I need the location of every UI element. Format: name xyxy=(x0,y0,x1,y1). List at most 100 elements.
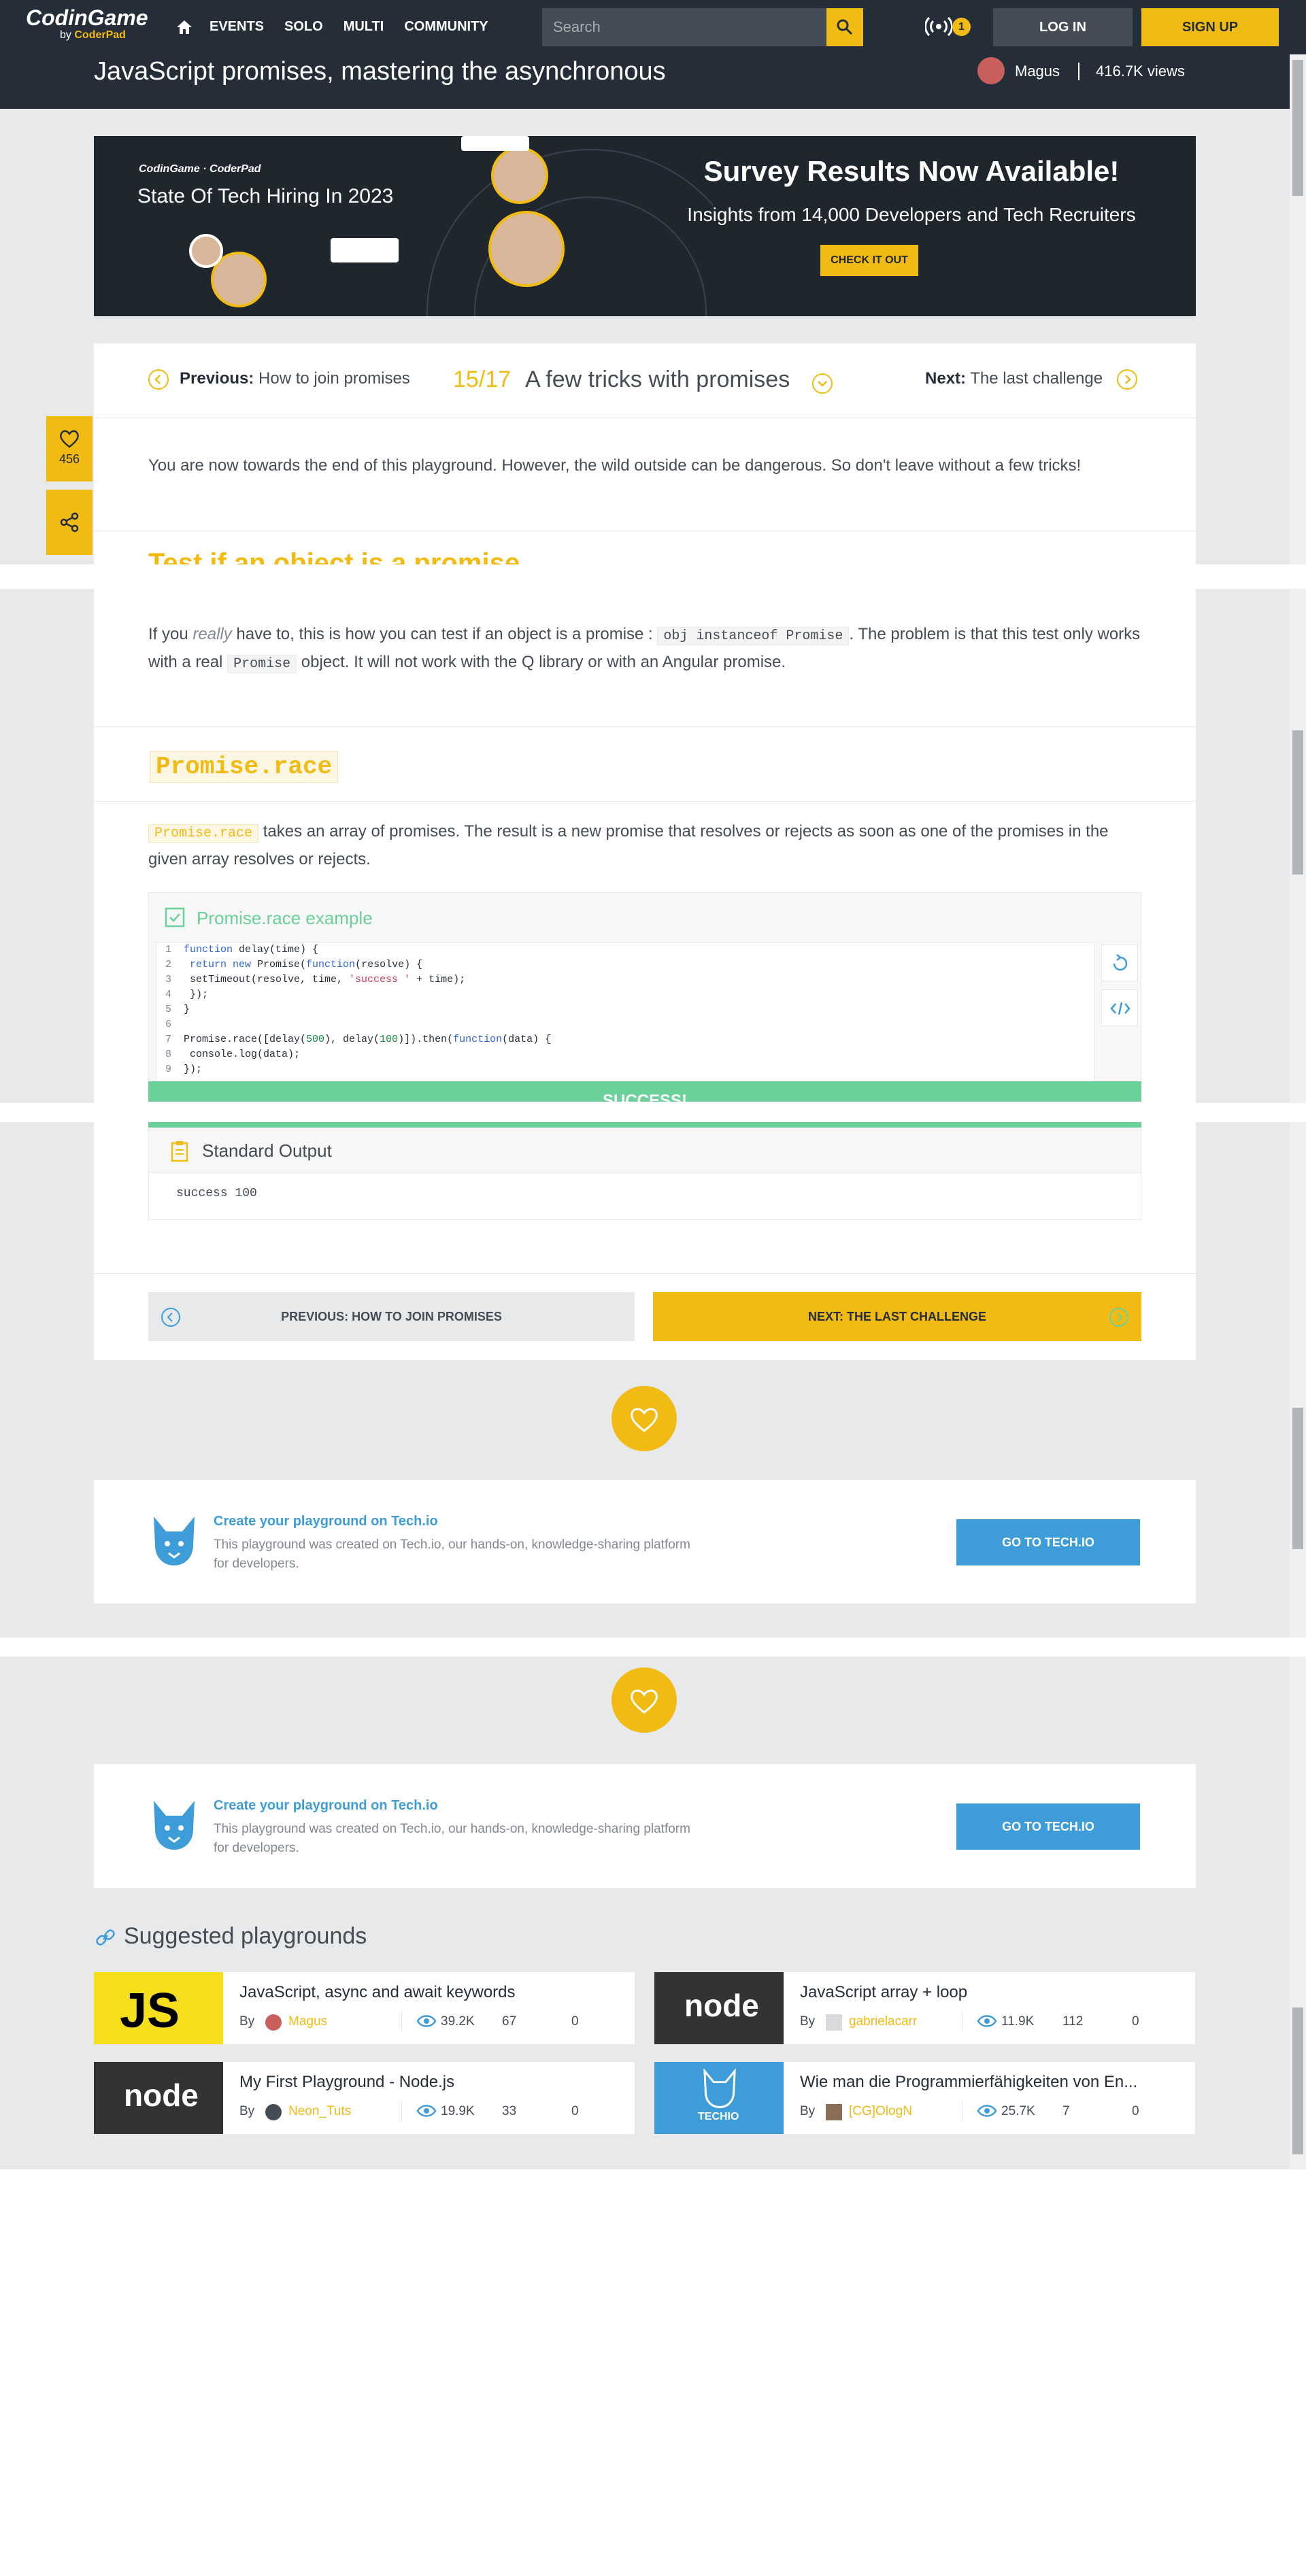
page-title: JavaScript promises, mastering the async… xyxy=(94,57,666,86)
scroll-seam xyxy=(0,1638,1306,1657)
nav-events[interactable]: EVENTS xyxy=(210,19,264,35)
scrollbar[interactable] xyxy=(1290,1122,1306,1638)
previous-page-label: PREVIOUS: HOW TO JOIN PROMISES xyxy=(281,1310,502,1323)
broadcast-icon[interactable] xyxy=(925,16,952,37)
playground-title: JavaScript, async and await keywords xyxy=(239,1983,516,2001)
banner-chat-bubble xyxy=(331,238,399,262)
view-count: 39.2K xyxy=(441,2014,475,2029)
code-widget-header: Promise.race example xyxy=(149,893,1141,942)
code-icon xyxy=(1110,1002,1131,1015)
view-count: 11.9K xyxy=(1001,2014,1035,2029)
home-icon[interactable] xyxy=(175,19,193,35)
thumb-label: TECHIO xyxy=(698,2111,739,2122)
author-name[interactable]: [CG]OlogN xyxy=(849,2104,912,2119)
playground-title: JavaScript array + loop xyxy=(800,1983,968,2001)
playground-card[interactable]: TECHIO Wie man die Programmierfähigkeite… xyxy=(654,2062,1195,2134)
notification-count-badge[interactable]: 1 xyxy=(952,18,971,36)
like-playground-button[interactable] xyxy=(612,1386,677,1451)
playground-thumbnail: node xyxy=(94,2062,223,2134)
chevron-down-icon[interactable] xyxy=(812,373,833,394)
code-line: 6 xyxy=(165,1019,171,1030)
search-input[interactable] xyxy=(542,8,826,46)
code-line: 4 }); xyxy=(165,989,209,1000)
previous-lesson-link[interactable]: Previous: How to join promises xyxy=(180,369,410,388)
lesson-title: A few tricks with promises xyxy=(525,367,790,392)
like-count: 33 xyxy=(502,2104,517,2118)
next-lesson-link[interactable]: Next: The last challenge xyxy=(925,369,1103,388)
login-button[interactable]: LOG IN xyxy=(993,8,1133,46)
comment-count: 0 xyxy=(1132,2104,1139,2118)
emphasis: really xyxy=(192,625,232,643)
techio-promo: Create your playground on Tech.io This p… xyxy=(94,1764,1196,1888)
playground-card[interactable]: node JavaScript array + loop By gabriela… xyxy=(654,1972,1195,2044)
output-text: success 100 xyxy=(176,1187,257,1200)
search-icon xyxy=(837,19,853,35)
scrollbar-thumb[interactable] xyxy=(1292,2007,1303,2154)
code-editor[interactable]: 1 function delay(time) { 2 return new Pro… xyxy=(156,942,1094,1093)
like-button[interactable]: 456 xyxy=(46,416,93,481)
techio-title[interactable]: Create your playground on Tech.io xyxy=(214,1514,438,1529)
author-name[interactable]: Magus xyxy=(288,2014,327,2029)
divider xyxy=(94,726,1196,727)
heart-icon xyxy=(631,1689,658,1714)
eye-icon xyxy=(416,2105,437,2117)
top-navbar: CodinGame by CoderPad EVENTS SOLO MULTI … xyxy=(0,0,1306,54)
text: . The problem is that this test only wor… xyxy=(849,625,1141,643)
nav-community[interactable]: COMMUNITY xyxy=(404,19,488,35)
link-icon xyxy=(96,1929,115,1946)
previous-page-button[interactable]: PREVIOUS: HOW TO JOIN PROMISES xyxy=(148,1292,635,1341)
text: object. It will not work with the Q libr… xyxy=(297,653,786,671)
scrollbar-thumb[interactable] xyxy=(1292,60,1303,196)
logo-wordmark: CodinGame xyxy=(26,5,148,30)
nav-solo[interactable]: SOLO xyxy=(284,19,323,35)
run-button[interactable]: SUCCESS! xyxy=(148,1081,1141,1102)
divider xyxy=(1078,63,1079,80)
nav-multi[interactable]: MULTI xyxy=(344,19,384,35)
reset-code-button[interactable] xyxy=(1101,945,1138,981)
playground-card[interactable]: JS JavaScript, async and await keywords … xyxy=(94,1972,635,2044)
author-name[interactable]: Magus xyxy=(1015,63,1060,80)
text: takes an array of promises. The result i… xyxy=(258,822,1109,841)
avatar xyxy=(265,2014,282,2031)
scrollbar-thumb[interactable] xyxy=(1292,1408,1303,1549)
share-icon xyxy=(60,512,79,532)
author-name[interactable]: gabrielacarr xyxy=(849,2014,917,2029)
avatar[interactable] xyxy=(977,57,1005,84)
codingame-logo[interactable]: CodinGame by CoderPad xyxy=(26,5,148,41)
techio-promo: Create your playground on Tech.io This p… xyxy=(94,1480,1196,1604)
go-to-techio-button[interactable]: GO TO TECH.IO xyxy=(956,1519,1140,1565)
playground-card[interactable]: node My First Playground - Node.js By Ne… xyxy=(94,2062,635,2134)
search-button[interactable] xyxy=(826,8,863,46)
banner-text: Insights from 14,000 Developers and Tech… xyxy=(687,204,1136,225)
playground-thumbnail: JS xyxy=(94,1972,223,2044)
techio-title[interactable]: Create your playground on Tech.io xyxy=(214,1798,438,1814)
chevron-left-icon[interactable] xyxy=(148,369,169,390)
scrollbar-thumb[interactable] xyxy=(1292,730,1303,875)
like-playground-button[interactable] xyxy=(612,1667,677,1733)
scroll-seam xyxy=(0,1103,1306,1122)
playground-title: My First Playground - Node.js xyxy=(239,2073,455,2091)
clipboard-icon xyxy=(171,1141,188,1162)
playground-thumbnail: node xyxy=(654,1972,784,2044)
share-button[interactable] xyxy=(46,490,93,555)
go-to-techio-button[interactable]: GO TO TECH.IO xyxy=(956,1803,1140,1850)
signup-button[interactable]: SIGN UP xyxy=(1141,8,1279,46)
code-line: 5} xyxy=(165,1004,190,1015)
previous-label: Previous: xyxy=(180,369,254,388)
chevron-right-icon[interactable] xyxy=(1117,369,1137,390)
check-it-out-button[interactable]: CHECK IT OUT xyxy=(820,245,918,276)
lesson-position: 15/17 xyxy=(453,367,512,392)
divider xyxy=(401,2012,402,2032)
author-name[interactable]: Neon_Tuts xyxy=(288,2104,351,2119)
code-line: 1 function delay(time) { xyxy=(165,944,319,955)
promo-banner[interactable]: CodinGame · CoderPad State Of Tech Hirin… xyxy=(94,136,1196,316)
suggested-playgrounds-title: Suggested playgrounds xyxy=(124,1923,367,1949)
inline-code: Promise xyxy=(227,655,297,673)
embed-code-button[interactable] xyxy=(1101,989,1138,1026)
eye-icon xyxy=(416,2015,437,2027)
banner-chat-bubble xyxy=(461,136,529,151)
next-page-button[interactable]: NEXT: THE LAST CHALLENGE xyxy=(653,1292,1141,1341)
code-widget-title: Promise.race example xyxy=(197,908,373,928)
text: If you xyxy=(148,625,193,643)
banner-portrait-4 xyxy=(189,234,223,268)
